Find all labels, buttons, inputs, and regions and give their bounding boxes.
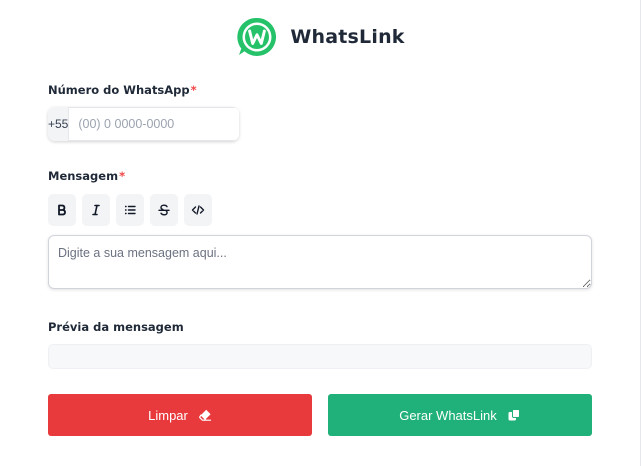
clear-button[interactable]: Limpar [48, 394, 312, 436]
phone-input[interactable] [69, 107, 239, 141]
clear-button-label: Limpar [148, 407, 188, 423]
strikethrough-button[interactable] [150, 194, 178, 226]
bold-icon [58, 204, 66, 216]
copy-icon [508, 409, 520, 421]
message-textarea[interactable] [48, 235, 592, 289]
message-preview [48, 344, 592, 369]
bold-button[interactable] [48, 194, 76, 226]
formatting-toolbar [48, 194, 212, 226]
whatsapp-logo-icon [237, 17, 277, 56]
code-icon [191, 205, 205, 215]
phone-label-text: Número do WhatsApp [48, 83, 190, 97]
required-mark: * [119, 169, 126, 183]
app-title: WhatsLink [290, 26, 405, 48]
phone-label: Número do WhatsApp* [48, 83, 197, 97]
eraser-icon [198, 409, 211, 421]
preview-label: Prévia da mensagem [48, 320, 184, 334]
italic-button[interactable] [82, 194, 110, 226]
italic-icon [92, 204, 100, 216]
country-code-prefix: +55 [48, 107, 70, 141]
message-label-text: Mensagem [48, 169, 119, 183]
bullet-list-button[interactable] [116, 194, 144, 226]
message-label: Mensagem* [48, 169, 125, 183]
app-header: WhatsLink [0, 14, 641, 60]
phone-field-group: +55 [48, 107, 239, 141]
generate-button-label: Gerar WhatsLink [399, 407, 497, 423]
required-mark: * [190, 83, 197, 97]
strikethrough-icon [158, 204, 170, 216]
bullet-list-icon [124, 205, 136, 215]
code-button[interactable] [184, 194, 212, 226]
generate-whatslink-button[interactable]: Gerar WhatsLink [328, 394, 592, 436]
